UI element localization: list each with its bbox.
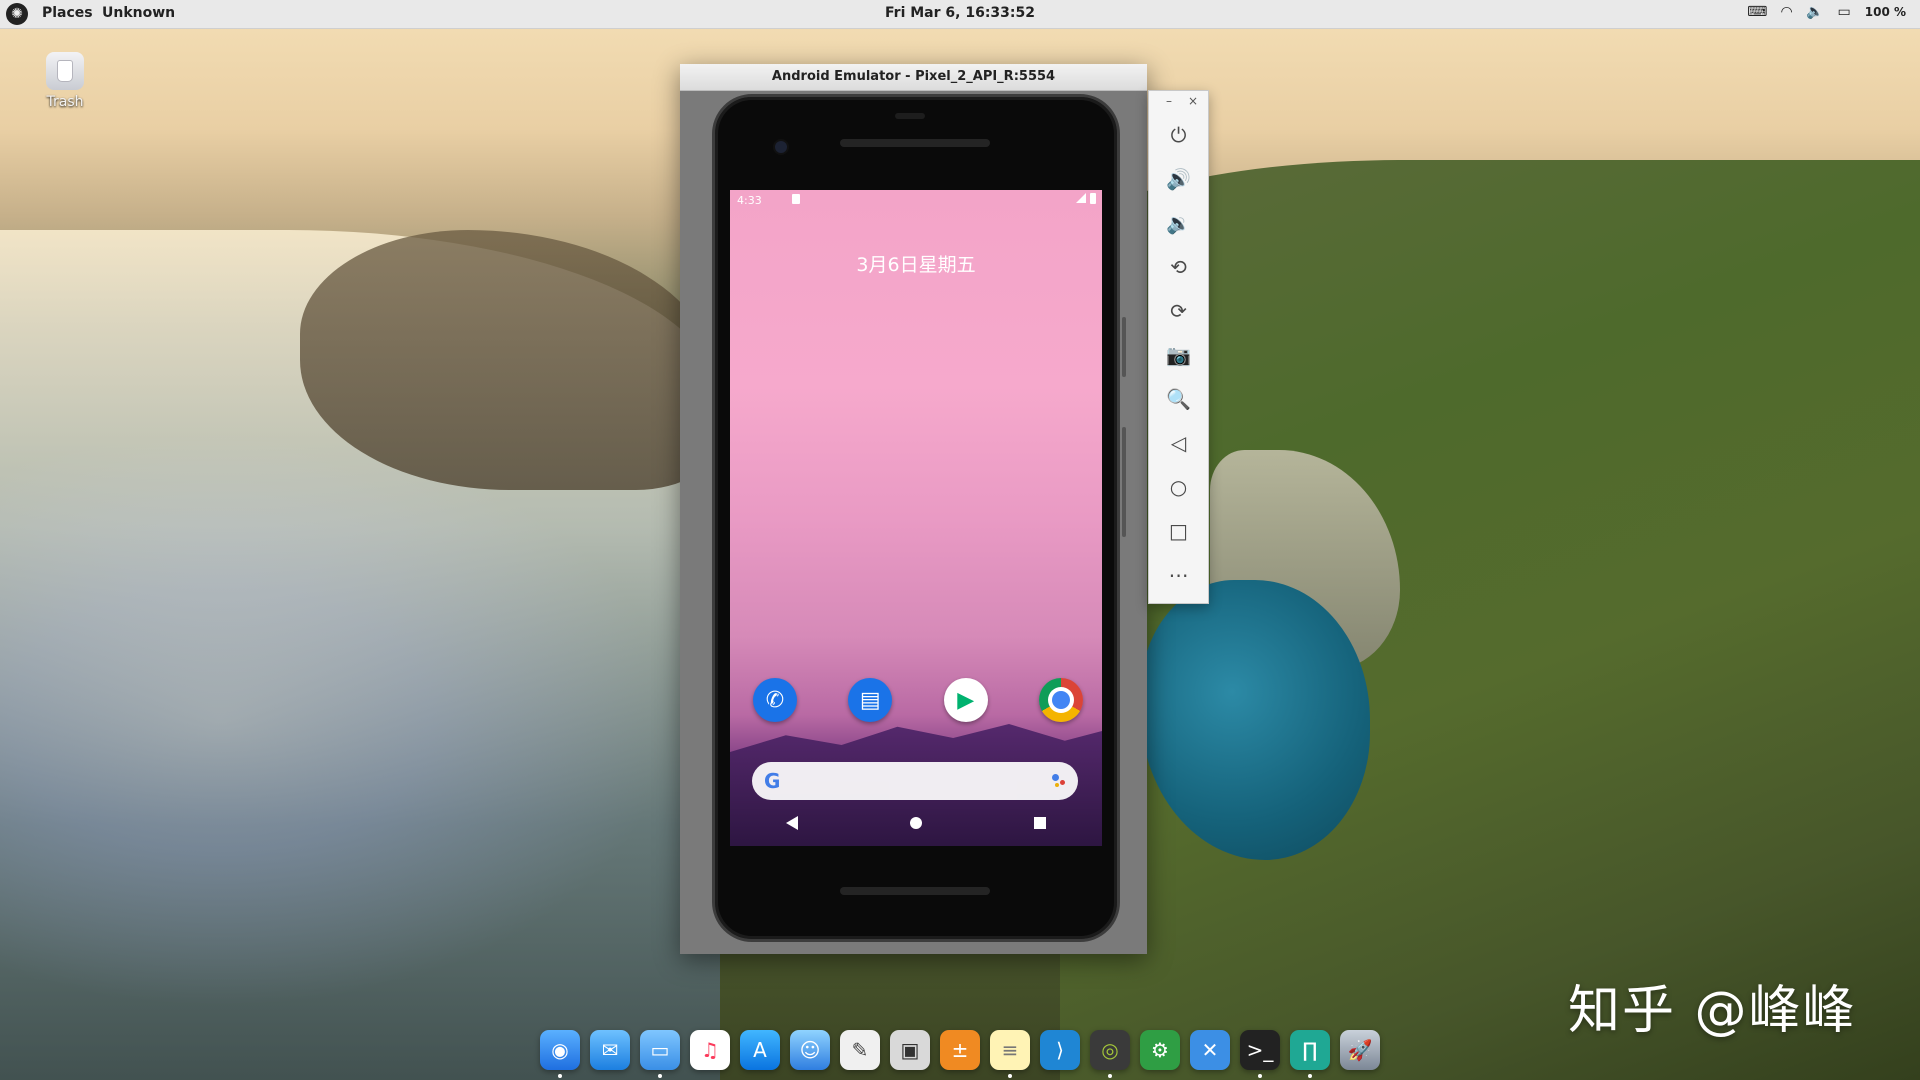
- camera-icon[interactable]: 📷: [1149, 333, 1208, 377]
- front-camera-icon: [775, 141, 787, 153]
- phone-notch: [895, 113, 925, 119]
- trash-icon: [46, 52, 84, 90]
- play-store-app-icon[interactable]: ▶: [943, 678, 988, 722]
- messages-app-icon[interactable]: ▤: [848, 678, 893, 722]
- phone-frame: 4:33 3月6日星期五 ✆ ▤ ▶ G: [712, 94, 1126, 942]
- android-status-bar: 4:33: [730, 190, 1102, 210]
- terminal-icon[interactable]: >_: [1240, 1030, 1280, 1078]
- screenshot-icon[interactable]: ▣: [890, 1030, 930, 1070]
- back-icon[interactable]: ◁: [1149, 421, 1208, 465]
- gitkraken-icon[interactable]: ∏: [1290, 1030, 1330, 1078]
- sd-card-icon: [792, 194, 800, 204]
- notes-icon[interactable]: ≡: [990, 1030, 1030, 1078]
- zoom-icon[interactable]: 🔍: [1149, 377, 1208, 421]
- calculator-icon[interactable]: ±: [940, 1030, 980, 1070]
- wifi-icon[interactable]: ◠: [1781, 4, 1792, 20]
- system-tray: ⌨ ◠ 🔈 ▭ 100 %: [1747, 4, 1906, 20]
- android-studio-icon[interactable]: ◎: [1090, 1030, 1130, 1078]
- emulator-window: Android Emulator - Pixel_2_API_R:5554 4:…: [680, 64, 1147, 954]
- safari-icon[interactable]: ◉: [540, 1030, 580, 1078]
- status-time: 4:33: [737, 194, 762, 207]
- emulator-toolbar: – × ⏻ 🔊 🔉 ⟲ ⟳ 📷 🔍 ◁ ○ □ ⋯: [1148, 90, 1209, 604]
- emulator-title[interactable]: Android Emulator - Pixel_2_API_R:5554: [680, 64, 1147, 91]
- files-icon[interactable]: ▭: [640, 1030, 680, 1078]
- trash-label: Trash: [46, 94, 84, 110]
- finder-icon[interactable]: ☺: [790, 1030, 830, 1070]
- assistant-icon[interactable]: [1052, 774, 1066, 788]
- power-icon[interactable]: ⏻: [1149, 113, 1208, 157]
- google-search-bar[interactable]: G: [752, 762, 1078, 800]
- settings-icon[interactable]: ⚙: [1140, 1030, 1180, 1070]
- dock: ◉ ✉ ▭ ♫ A ☺ ✎ ▣ ± ≡ ⟩ ◎ ⚙ ✕ >_ ∏ 🚀: [530, 1020, 1390, 1080]
- volume-down-icon[interactable]: 🔉: [1149, 201, 1208, 245]
- battery-icon: [1090, 193, 1096, 204]
- xcode-icon[interactable]: ✕: [1190, 1030, 1230, 1070]
- home-icon[interactable]: [910, 817, 922, 829]
- more-icon[interactable]: ⋯: [1149, 553, 1208, 597]
- battery-percent[interactable]: 100 %: [1865, 5, 1906, 19]
- minimize-button[interactable]: –: [1166, 91, 1172, 113]
- rotate-right-icon[interactable]: ⟳: [1149, 289, 1208, 333]
- home-date[interactable]: 3月6日星期五: [730, 250, 1102, 277]
- watermark: 知乎 @峰峰: [1568, 981, 1857, 1041]
- volume-up-icon[interactable]: 🔊: [1149, 157, 1208, 201]
- recents-icon[interactable]: [1034, 817, 1046, 829]
- wallpaper-cliff: [300, 230, 720, 490]
- app-store-icon[interactable]: A: [740, 1030, 780, 1070]
- desktop-trash[interactable]: Trash: [40, 52, 90, 110]
- google-g-icon: G: [764, 769, 781, 793]
- accessories-icon[interactable]: ✎: [840, 1030, 880, 1070]
- signal-icon: [1076, 193, 1086, 203]
- android-screen[interactable]: 4:33 3月6日星期五 ✆ ▤ ▶ G: [730, 190, 1102, 846]
- bottom-speaker: [840, 887, 990, 895]
- volume-icon[interactable]: 🔈: [1806, 4, 1823, 20]
- home-icon[interactable]: ○: [1149, 465, 1208, 509]
- android-nav-bar: [730, 800, 1102, 846]
- top-panel: ✺ Places Unknown Fri Mar 6, 16:33:52 ⌨ ◠…: [0, 0, 1920, 29]
- vscode-icon[interactable]: ⟩: [1040, 1030, 1080, 1070]
- overview-icon[interactable]: □: [1149, 509, 1208, 553]
- music-icon[interactable]: ♫: [690, 1030, 730, 1070]
- phone-power-button: [1122, 317, 1126, 377]
- mail-icon[interactable]: ✉: [590, 1030, 630, 1070]
- home-dock: ✆ ▤ ▶: [753, 678, 1083, 722]
- close-button[interactable]: ×: [1188, 91, 1198, 113]
- rotate-left-icon[interactable]: ⟲: [1149, 245, 1208, 289]
- battery-icon[interactable]: ▭: [1838, 4, 1851, 20]
- top-speaker: [840, 139, 990, 147]
- phone-volume-rocker: [1122, 427, 1126, 537]
- keyboard-icon[interactable]: ⌨: [1747, 4, 1767, 20]
- phone-app-icon[interactable]: ✆: [753, 678, 797, 722]
- chrome-app-icon[interactable]: [1038, 678, 1083, 722]
- launchpad-icon[interactable]: 🚀: [1340, 1030, 1380, 1070]
- clock[interactable]: Fri Mar 6, 16:33:52: [0, 5, 1920, 21]
- toolbar-window-controls: – ×: [1149, 91, 1208, 113]
- back-icon[interactable]: [786, 816, 798, 830]
